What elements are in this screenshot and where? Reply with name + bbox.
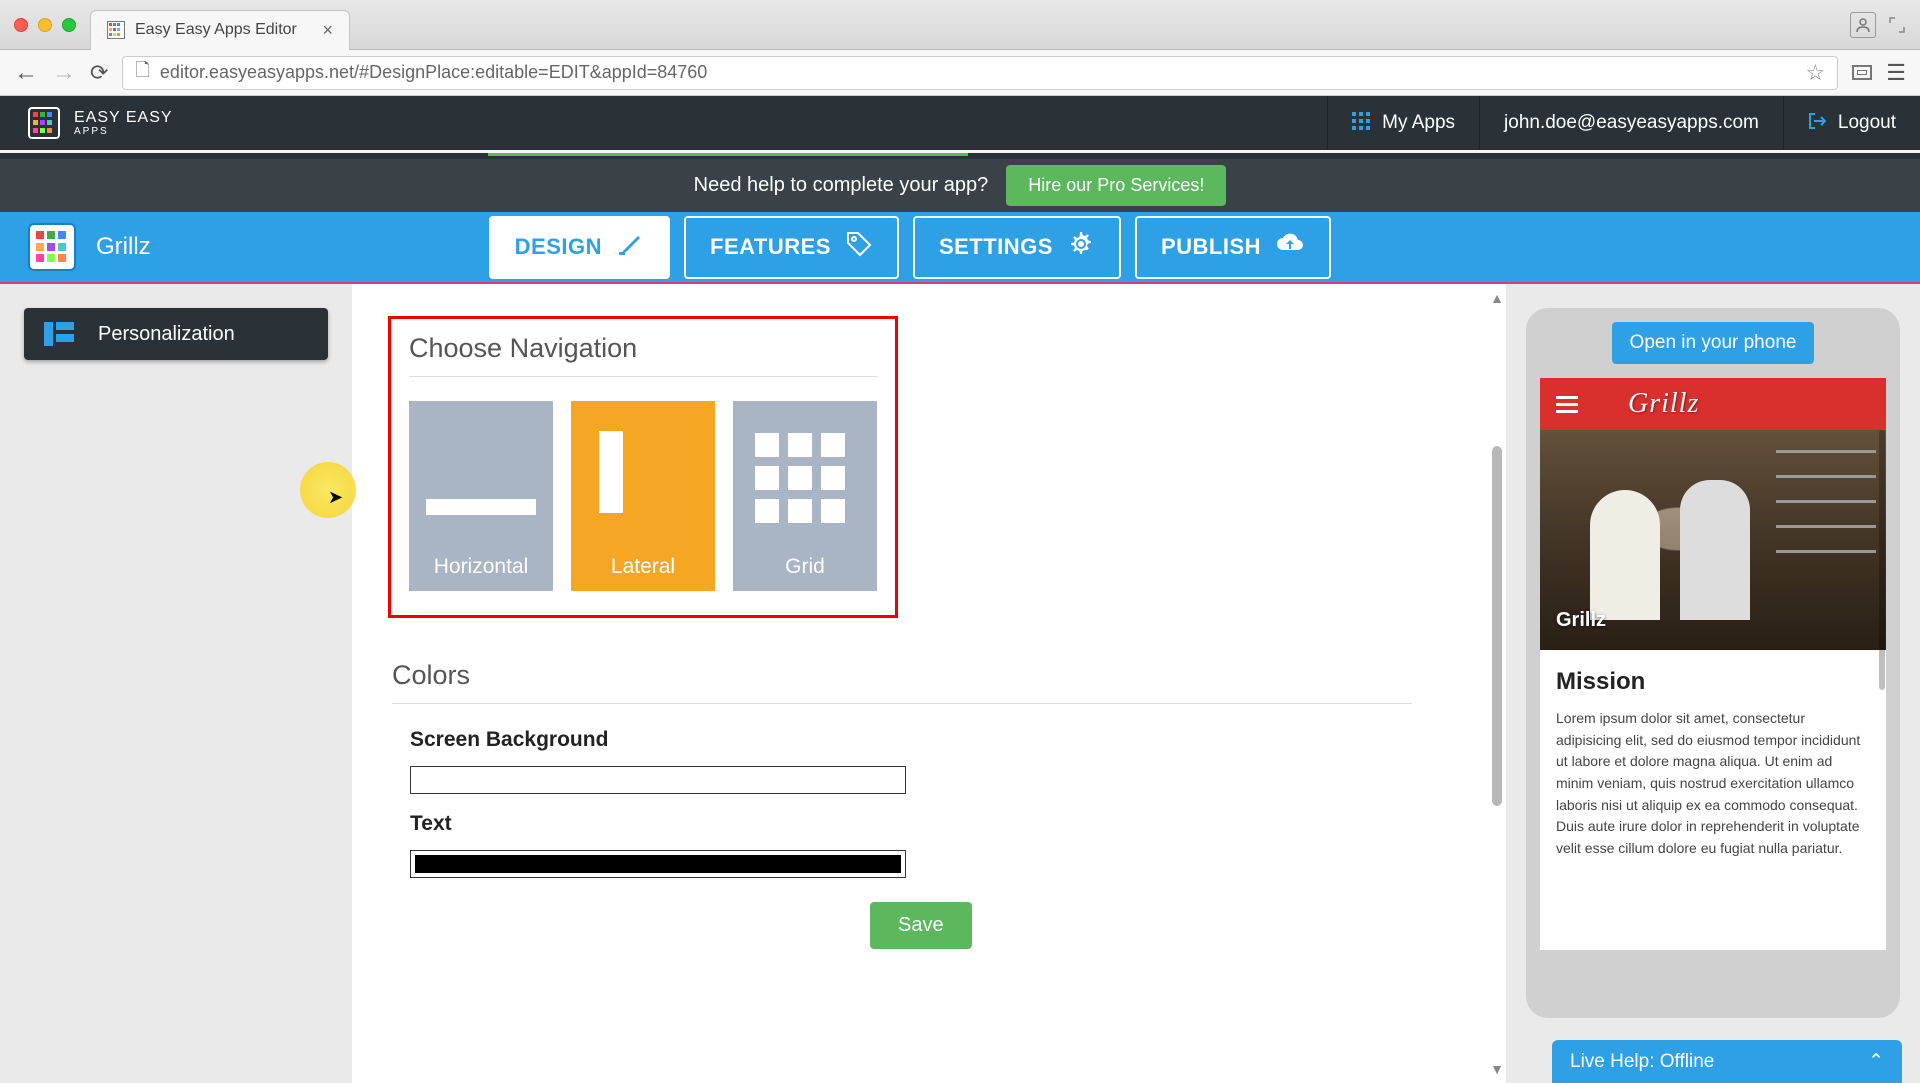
mission-body: Lorem ipsum dolor sit amet, consectetur …	[1556, 708, 1870, 860]
window-controls	[0, 18, 90, 32]
hamburger-icon[interactable]	[1556, 396, 1578, 413]
phone-frame: Open in your phone Grillz Grillz Mission…	[1526, 308, 1900, 1018]
brand-name: EASY EASY APPS	[74, 109, 173, 138]
screen-bg-picker[interactable]	[410, 766, 906, 794]
nav-option-grid[interactable]: Grid	[733, 401, 877, 591]
nav-option-label: Horizontal	[434, 555, 529, 579]
save-button[interactable]: Save	[870, 902, 972, 949]
logo-icon	[28, 107, 60, 139]
tab-title: Easy Easy Apps Editor	[135, 21, 297, 39]
sidebar-item-personalization[interactable]: Personalization	[24, 308, 328, 360]
layout-icon	[44, 322, 74, 346]
sidebar: Personalization	[0, 284, 352, 1083]
app-icon	[28, 223, 76, 271]
forward-button: →	[52, 59, 76, 87]
bookmark-icon[interactable]: ☆	[1806, 60, 1826, 86]
choose-navigation-title: Choose Navigation	[409, 333, 877, 377]
app-header: EASY EASY APPS My Apps john.doe@easyeasy…	[0, 96, 1920, 150]
panel-icon[interactable]	[1852, 65, 1872, 80]
app-nav-bar: Grillz DESIGN FEATURES SETTINGS PUBLISH	[0, 212, 1920, 284]
maximize-window-button[interactable]	[62, 18, 76, 32]
profile-icon[interactable]	[1850, 12, 1876, 38]
logout-icon	[1808, 112, 1826, 135]
logout-label: Logout	[1838, 112, 1896, 134]
hire-pro-button[interactable]: Hire our Pro Services!	[1006, 165, 1226, 206]
phone-screen: Grillz Grillz Mission Lorem ipsum dolor …	[1540, 378, 1886, 950]
minimize-window-button[interactable]	[38, 18, 52, 32]
tab-features-label: FEATURES	[710, 234, 831, 260]
cloud-upload-icon	[1275, 230, 1305, 265]
phone-body: Mission Lorem ipsum dolor sit amet, cons…	[1540, 650, 1886, 878]
color-value	[415, 771, 901, 789]
live-help-label: Live Help: Offline	[1570, 1051, 1714, 1073]
screen-bg-label: Screen Background	[410, 728, 1418, 752]
text-color-picker[interactable]	[410, 850, 906, 878]
mission-title: Mission	[1556, 668, 1870, 696]
tab-design-label: DESIGN	[515, 234, 602, 260]
gear-icon	[1067, 230, 1095, 265]
phone-app-title: Grillz	[1628, 388, 1699, 420]
brush-icon	[616, 230, 644, 265]
help-banner: Need help to complete your app? Hire our…	[0, 159, 1920, 212]
hamburger-menu-icon[interactable]: ☰	[1886, 60, 1906, 86]
tab-publish[interactable]: PUBLISH	[1135, 216, 1331, 279]
phone-app-header: Grillz	[1540, 378, 1886, 430]
app-name: Grillz	[96, 233, 151, 261]
help-banner-text: Need help to complete your app?	[694, 174, 989, 197]
browser-toolbar: ← → ⟳ 🗋 editor.easyeasyapps.net/#DesignP…	[0, 50, 1920, 96]
content-area: Choose Navigation Horizontal Lateral Gri…	[352, 284, 1506, 1083]
apps-grid-icon	[1352, 112, 1370, 135]
sidebar-item-label: Personalization	[98, 323, 235, 346]
phone-hero-image: Grillz	[1540, 430, 1886, 650]
close-window-button[interactable]	[14, 18, 28, 32]
scroll-up-icon[interactable]: ▲	[1490, 290, 1504, 306]
highlight-box: Choose Navigation Horizontal Lateral Gri…	[388, 316, 898, 618]
main-layout: Personalization Choose Navigation Horizo…	[0, 284, 1920, 1083]
phone-scrollbar[interactable]	[1879, 430, 1885, 690]
nav-option-label: Grid	[785, 555, 825, 579]
logout-link[interactable]: Logout	[1783, 96, 1920, 150]
live-help-widget[interactable]: Live Help: Offline ⌃	[1552, 1040, 1902, 1083]
tab-features[interactable]: FEATURES	[684, 216, 899, 279]
nav-option-horizontal[interactable]: Horizontal	[409, 401, 553, 591]
address-bar[interactable]: 🗋 editor.easyeasyapps.net/#DesignPlace:e…	[122, 56, 1838, 90]
tab-design[interactable]: DESIGN	[489, 216, 670, 279]
chevron-up-icon: ⌃	[1868, 1050, 1884, 1073]
tab-settings[interactable]: SETTINGS	[913, 216, 1121, 279]
text-color-label: Text	[410, 812, 1418, 836]
browser-titlebar: Easy Easy Apps Editor ×	[0, 0, 1920, 50]
page-icon: 🗋	[135, 58, 149, 88]
nav-option-label: Lateral	[611, 555, 675, 579]
content-scrollbar[interactable]: ▲ ▼	[1488, 284, 1506, 1083]
phone-hero-label: Grillz	[1556, 609, 1606, 632]
brand-logo[interactable]: EASY EASY APPS	[0, 107, 201, 139]
app-badge[interactable]: Grillz	[0, 223, 179, 271]
user-email-link[interactable]: john.doe@easyeasyapps.com	[1479, 96, 1783, 150]
colors-title: Colors	[392, 660, 1412, 704]
back-button[interactable]: ←	[14, 59, 38, 87]
navigation-options: Horizontal Lateral Grid	[409, 401, 877, 591]
close-tab-icon[interactable]: ×	[322, 20, 333, 41]
tag-icon	[845, 230, 873, 265]
tab-settings-label: SETTINGS	[939, 234, 1053, 260]
favicon-icon	[107, 21, 125, 39]
nav-option-lateral[interactable]: Lateral	[571, 401, 715, 591]
browser-tab[interactable]: Easy Easy Apps Editor ×	[90, 10, 350, 50]
url-text: editor.easyeasyapps.net/#DesignPlace:edi…	[160, 62, 707, 83]
my-apps-label: My Apps	[1382, 112, 1455, 134]
cursor-icon: ➤	[328, 487, 343, 508]
color-value	[415, 855, 901, 873]
user-email-label: john.doe@easyeasyapps.com	[1504, 112, 1759, 134]
my-apps-link[interactable]: My Apps	[1327, 96, 1479, 150]
reload-button[interactable]: ⟳	[90, 60, 108, 86]
preview-pane: Open in your phone Grillz Grillz Mission…	[1506, 284, 1920, 1083]
open-in-phone-button[interactable]: Open in your phone	[1612, 322, 1815, 364]
tab-publish-label: PUBLISH	[1161, 234, 1261, 260]
scroll-down-icon[interactable]: ▼	[1490, 1061, 1504, 1077]
scrollbar-thumb[interactable]	[1492, 446, 1502, 806]
fullscreen-icon[interactable]	[1888, 16, 1906, 34]
